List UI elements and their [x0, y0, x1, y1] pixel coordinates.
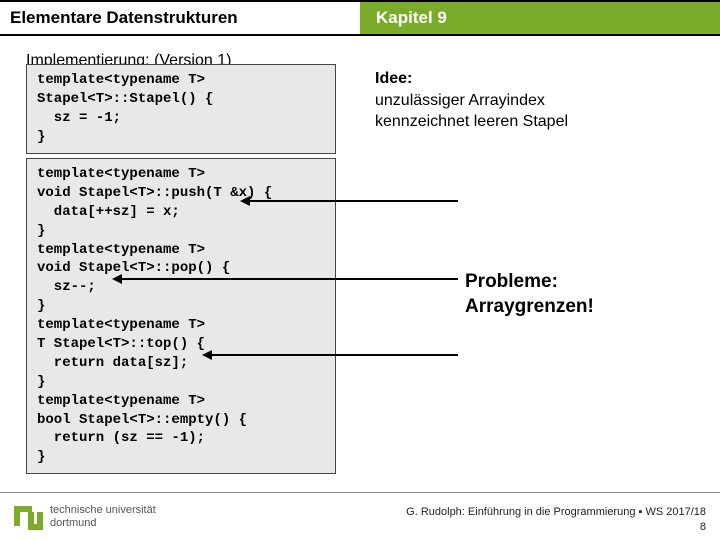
footer: technische universität dortmund G. Rudol… [0, 492, 720, 540]
arrow-2 [120, 278, 458, 280]
code-block-methods: template<typename T> void Stapel<T>::pus… [26, 158, 336, 474]
code-block-constructor: template<typename T> Stapel<T>::Stapel()… [26, 64, 336, 154]
idea-heading: Idee: [375, 70, 412, 87]
logo-text: technische universität dortmund [50, 504, 156, 528]
logo-line2: dortmund [50, 517, 96, 529]
tu-logo-icon [14, 503, 44, 531]
arrow-1 [248, 200, 458, 202]
problems-text: Probleme: Arraygrenzen! [465, 270, 594, 319]
page-number: 8 [700, 521, 706, 533]
problems-line1: Probleme: [465, 271, 558, 292]
logo: technische universität dortmund [0, 503, 156, 531]
header-title-left: Elementare Datenstrukturen [0, 0, 360, 36]
credits: G. Rudolph: Einführung in die Programmie… [406, 505, 706, 534]
credit-line: G. Rudolph: Einführung in die Programmie… [406, 506, 706, 518]
idea-line1: unzulässiger Arrayindex [375, 92, 545, 109]
slide: Elementare Datenstrukturen Kapitel 9 Imp… [0, 0, 720, 540]
arrow-3 [210, 354, 458, 356]
idea-text: Idee: unzulässiger Arrayindex kennzeichn… [375, 68, 685, 133]
idea-line2: kennzeichnet leeren Stapel [375, 113, 568, 130]
problems-line2: Arraygrenzen! [465, 296, 594, 317]
header-bar: Elementare Datenstrukturen Kapitel 9 [0, 0, 720, 36]
header-title-right: Kapitel 9 [360, 0, 720, 36]
logo-line1: technische universität [50, 504, 156, 516]
